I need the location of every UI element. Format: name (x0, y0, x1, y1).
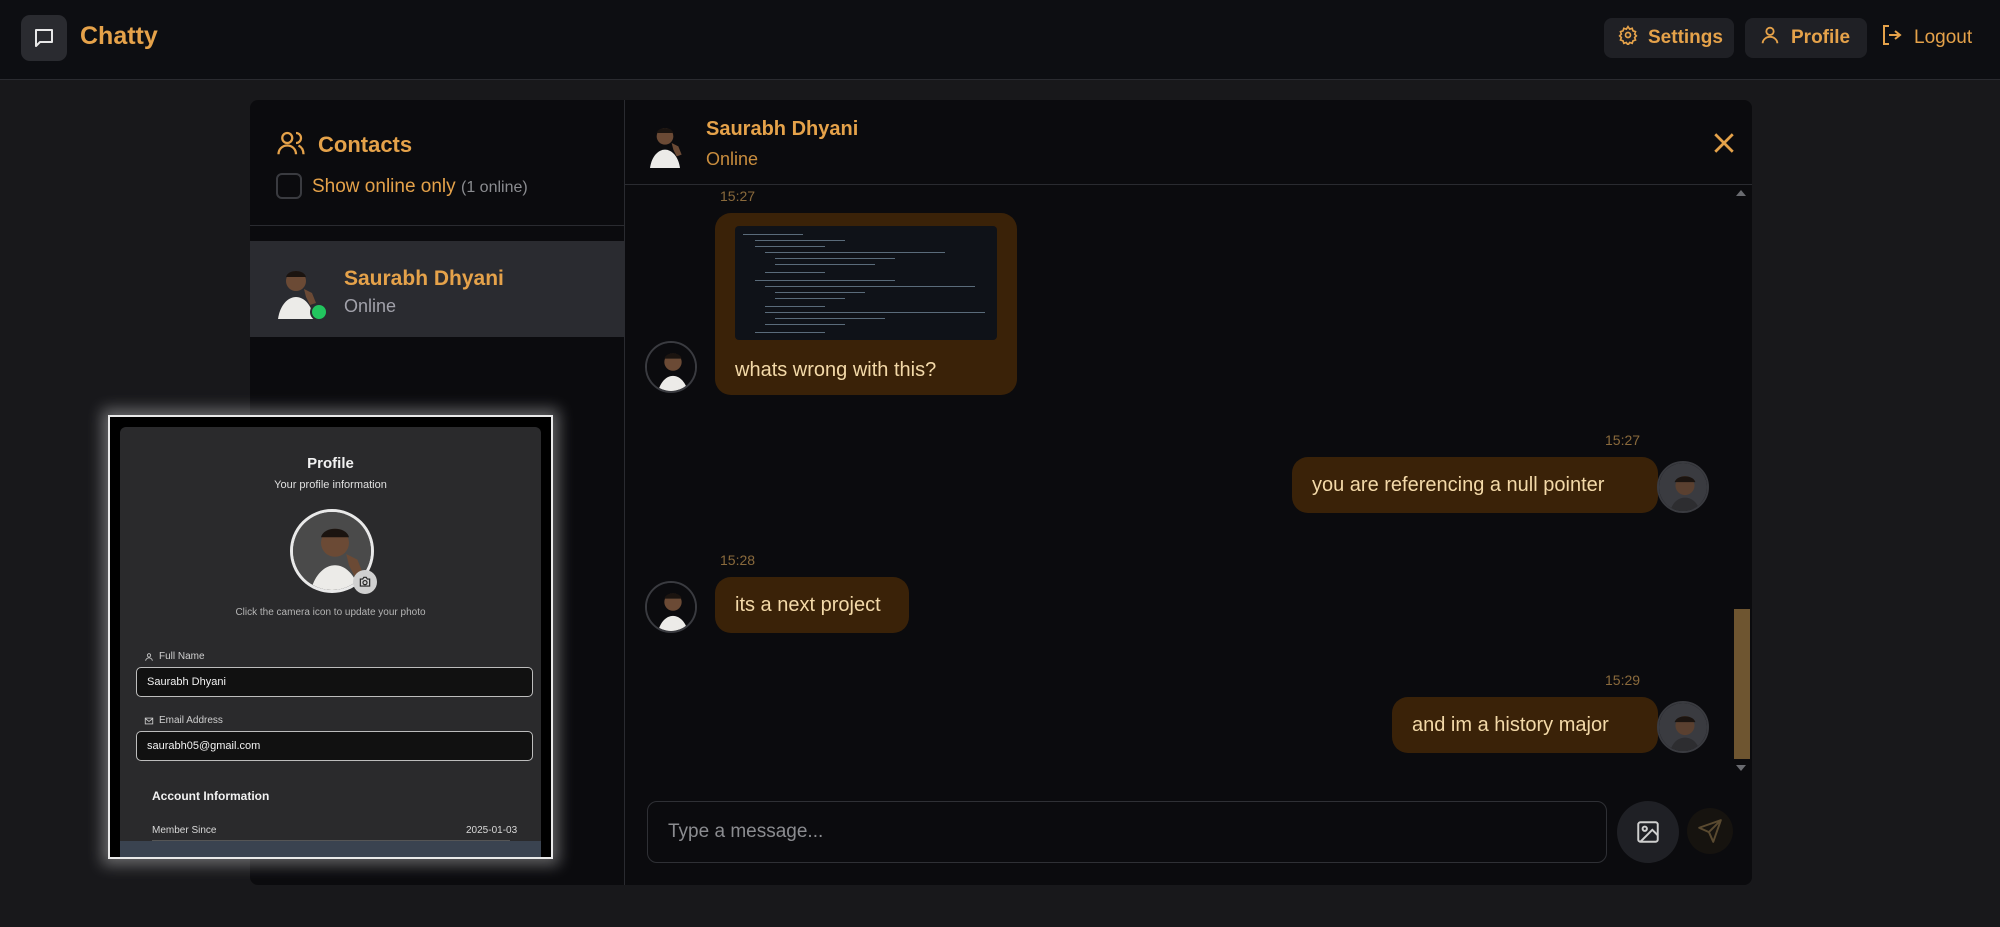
message-time: 15:28 (720, 552, 756, 568)
full-name-field[interactable]: Saurabh Dhyani (136, 667, 533, 697)
chat-header-avatar (640, 118, 690, 168)
message-scrollbar[interactable] (1732, 186, 1750, 776)
user-icon (1759, 24, 1781, 52)
message-text: whats wrong with this? (735, 359, 937, 381)
mail-icon (144, 717, 154, 724)
own-avatar (1657, 461, 1709, 513)
profile-title: Profile (307, 455, 354, 472)
profile-photo-hint: Click the camera icon to update your pho… (235, 607, 426, 618)
settings-label: Settings (1648, 27, 1723, 48)
email-field[interactable]: saurabh05@gmail.com (136, 731, 533, 761)
preview-bottom-strip (120, 841, 541, 857)
profile-preview-thumbnail: Profile Your profile information Click t… (108, 415, 553, 859)
scroll-down-arrow-icon[interactable] (1736, 765, 1746, 771)
message-input-placeholder: Type a message... (668, 821, 824, 842)
code-screenshot-attachment[interactable] (735, 226, 997, 340)
message-bubble: you are referencing a null pointer (1292, 457, 1658, 513)
message-input[interactable]: Type a message... (647, 801, 1607, 863)
contact-status: Online (344, 296, 397, 316)
own-avatar (1657, 701, 1709, 753)
contacts-header: Contacts Show online only (1 online) (250, 100, 625, 226)
message-text: its a next project (735, 593, 881, 616)
gear-icon (1618, 25, 1638, 51)
member-since-label: Member Since (152, 825, 217, 836)
image-icon (1637, 821, 1659, 843)
camera-icon[interactable] (353, 570, 377, 594)
message-list: 15:27 whats wrong with this? 15:27 you a… (625, 186, 1752, 776)
contact-name: Saurabh Dhyani (344, 267, 504, 290)
logout-icon (1880, 23, 1904, 53)
chat-logo-icon[interactable] (21, 15, 67, 61)
message-bubble: and im a history major (1392, 697, 1658, 753)
brand-name[interactable]: Chatty (80, 22, 158, 51)
top-navbar: Chatty Settings Profile Logout (0, 0, 2000, 80)
close-chat-button[interactable] (1709, 128, 1739, 158)
users-icon (276, 128, 306, 163)
profile-label: Profile (1791, 27, 1851, 48)
chat-area: Saurabh Dhyani Online 15:27 whats wrong … (625, 100, 1752, 885)
sender-avatar (645, 341, 697, 393)
scrollbar-thumb[interactable] (1734, 609, 1750, 759)
contact-item[interactable]: Saurabh Dhyani Online (250, 241, 625, 337)
sender-avatar (645, 581, 697, 633)
online-indicator (310, 303, 328, 321)
logout-label: Logout (1914, 27, 1973, 48)
send-icon (1698, 819, 1722, 843)
message-time: 15:27 (720, 188, 756, 204)
message-text: and im a history major (1412, 713, 1609, 736)
message-text: you are referencing a null pointer (1312, 473, 1605, 496)
member-since-value: 2025-01-03 (466, 825, 518, 836)
send-button[interactable] (1687, 808, 1733, 854)
user-icon (145, 652, 153, 661)
show-online-label[interactable]: Show online only (312, 176, 456, 198)
contacts-title: Contacts (318, 132, 413, 157)
chat-header-name: Saurabh Dhyani (706, 118, 859, 140)
profile-card: Profile Your profile information Click t… (120, 427, 541, 857)
close-icon (1714, 133, 1734, 153)
chat-header: Saurabh Dhyani Online (625, 100, 1752, 185)
profile-subtitle: Your profile information (274, 479, 387, 491)
profile-button[interactable]: Profile (1745, 18, 1867, 58)
message-time: 15:29 (1605, 672, 1641, 688)
email-label: Email Address (144, 715, 223, 726)
online-count: (1 online) (461, 179, 528, 196)
full-name-label: Full Name (144, 651, 205, 662)
show-online-checkbox[interactable] (276, 173, 302, 199)
attach-image-button[interactable] (1617, 801, 1679, 863)
scroll-up-arrow-icon[interactable] (1736, 190, 1746, 196)
logout-button[interactable]: Logout (1876, 18, 1986, 58)
message-time: 15:27 (1605, 432, 1641, 448)
settings-button[interactable]: Settings (1604, 18, 1734, 58)
account-info-title: Account Information (152, 789, 270, 803)
chat-header-status: Online (706, 149, 759, 169)
message-bubble: its a next project (715, 577, 909, 633)
